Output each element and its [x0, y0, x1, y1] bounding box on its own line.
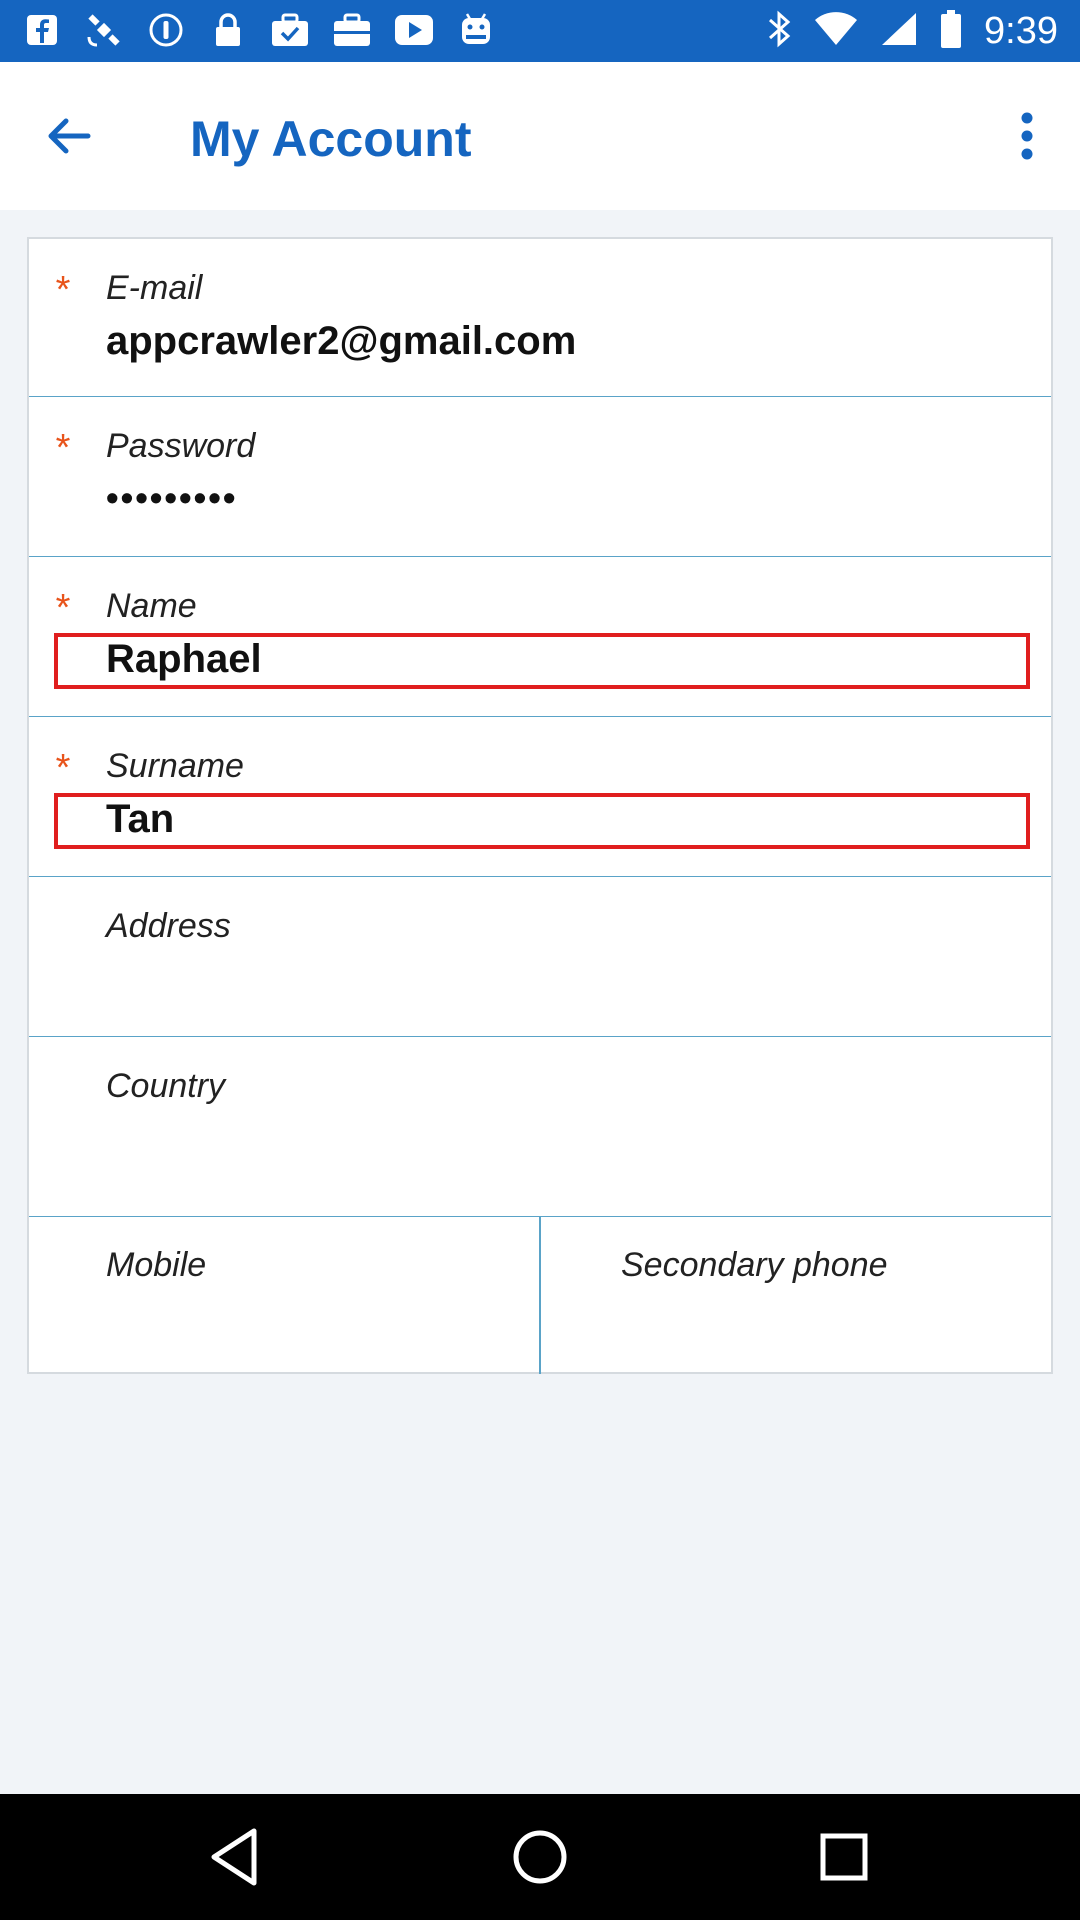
- surname-label: Surname: [106, 747, 244, 785]
- status-bar: 9:39: [0, 0, 1080, 62]
- account-form: * E-mail appcrawler2@gmail.com * Passwor…: [27, 237, 1053, 1374]
- address-field[interactable]: Address: [29, 877, 1051, 1037]
- required-icon: *: [55, 587, 71, 629]
- email-label: E-mail: [106, 269, 203, 307]
- android-icon: [456, 10, 496, 50]
- required-icon: *: [55, 747, 71, 789]
- facebook-icon: [22, 10, 62, 50]
- required-icon: *: [55, 427, 71, 469]
- nav-back-button[interactable]: [198, 1819, 274, 1895]
- play-icon: [394, 10, 434, 50]
- nav-back-icon: [211, 1828, 257, 1886]
- overflow-menu-button[interactable]: [1002, 106, 1052, 166]
- name-input[interactable]: Raphael: [106, 637, 262, 682]
- back-arrow-icon: [48, 118, 91, 154]
- mobile-field[interactable]: Mobile: [29, 1216, 539, 1374]
- password-label: Password: [106, 427, 256, 465]
- surname-input[interactable]: Tan: [106, 797, 174, 842]
- mobile-label: Mobile: [106, 1246, 207, 1284]
- lock-icon: [208, 10, 248, 50]
- surname-field[interactable]: * Surname Tan: [29, 717, 1051, 877]
- email-value[interactable]: appcrawler2@gmail.com: [106, 319, 576, 364]
- info-icon: [146, 10, 186, 50]
- briefcase-check-icon: [270, 10, 310, 50]
- name-label: Name: [106, 587, 197, 625]
- satellite-icon: [84, 10, 124, 50]
- nav-recents-button[interactable]: [806, 1819, 882, 1895]
- country-label: Country: [106, 1067, 226, 1105]
- status-time: 9:39: [984, 9, 1058, 52]
- password-field[interactable]: * Password •••••••••: [29, 397, 1051, 557]
- secondary-phone-field[interactable]: Secondary phone: [541, 1216, 1051, 1374]
- secondary-phone-label: Secondary phone: [621, 1246, 888, 1284]
- country-field[interactable]: Country: [29, 1037, 1051, 1217]
- app-bar: My Account: [0, 62, 1080, 210]
- name-field[interactable]: * Name Raphael: [29, 557, 1051, 717]
- surname-input-highlight: [54, 793, 1030, 849]
- back-button[interactable]: [38, 106, 98, 166]
- email-field[interactable]: * E-mail appcrawler2@gmail.com: [29, 239, 1051, 397]
- system-nav-bar: [0, 1794, 1080, 1920]
- nav-home-button[interactable]: [502, 1819, 578, 1895]
- more-vert-icon: [1021, 112, 1033, 160]
- required-icon: *: [55, 269, 71, 311]
- address-label: Address: [106, 907, 231, 945]
- nav-home-icon: [513, 1830, 567, 1884]
- phone-row: Mobile Secondary phone: [29, 1216, 1051, 1374]
- page-title: My Account: [190, 111, 472, 167]
- signal-icon: [880, 11, 918, 52]
- briefcase-icon: [332, 10, 372, 50]
- battery-icon: [940, 9, 962, 54]
- password-value[interactable]: •••••••••: [106, 477, 237, 519]
- wifi-icon: [814, 11, 858, 52]
- notification-icons: [22, 10, 496, 50]
- nav-recents-icon: [820, 1833, 868, 1881]
- bluetooth-icon: [766, 9, 792, 54]
